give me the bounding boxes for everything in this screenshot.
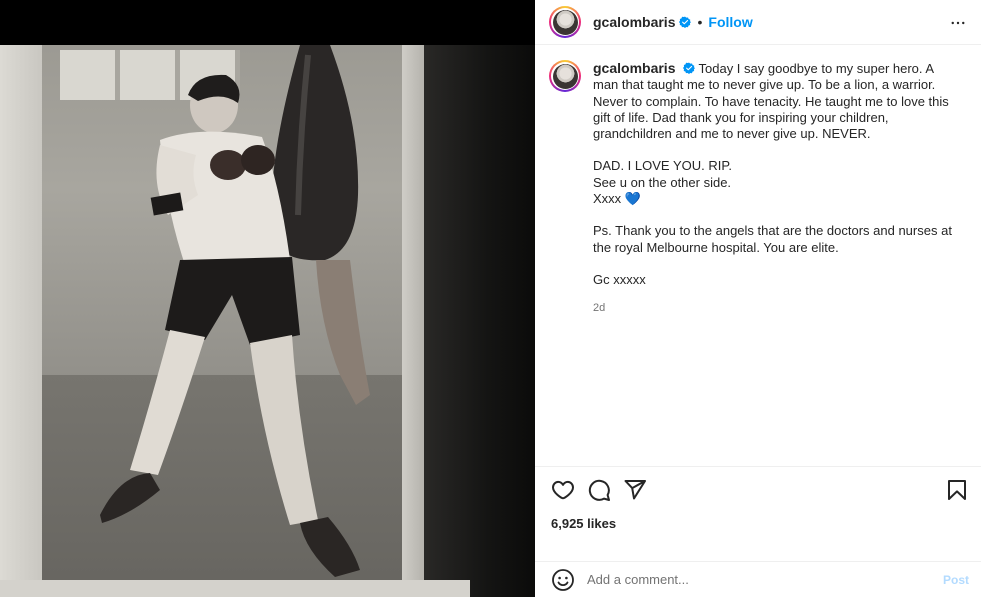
post-time[interactable]: 2d — [593, 300, 953, 316]
caption-paragraph-1: gcalombaris Today I say goodbye to my su… — [593, 60, 953, 142]
comment-form: Post — [535, 562, 981, 597]
heart-icon[interactable] — [551, 478, 575, 502]
comment-icon[interactable] — [587, 478, 611, 502]
bookmark-icon[interactable] — [945, 478, 969, 502]
post-comment-button[interactable]: Post — [943, 573, 969, 587]
caption-line: See u on the other side. — [593, 174, 732, 190]
post-actions — [551, 478, 971, 502]
follow-button[interactable]: Follow — [708, 14, 752, 30]
boxer-illustration — [100, 45, 370, 577]
caption-line: Ps. Thank you to the angels that are the… — [593, 223, 952, 255]
avatar-image — [552, 9, 578, 35]
emoji-icon[interactable] — [551, 568, 575, 592]
post-header: gcalombaris • Follow — [535, 0, 981, 45]
divider — [535, 466, 981, 467]
caption-line: Xxxx 💙 — [593, 191, 953, 207]
verified-badge-icon — [683, 62, 696, 74]
likes-count[interactable]: 6,925 likes — [551, 516, 616, 531]
caption-body: gcalombaris Today I say goodbye to my su… — [593, 60, 953, 466]
blue-heart-emoji: 💙 — [624, 191, 641, 207]
caption-avatar-image — [552, 63, 578, 89]
author-avatar[interactable] — [549, 6, 581, 38]
post-photo — [0, 45, 535, 597]
caption-line: DAD. I LOVE YOU. RIP. — [593, 158, 732, 174]
caption-signoff: Gc xxxxx — [593, 271, 646, 287]
paper-plane-icon[interactable] — [623, 478, 647, 502]
post-side-panel: gcalombaris • Follow gcalombaris Today I… — [535, 0, 981, 597]
author-username[interactable]: gcalombaris — [593, 14, 675, 30]
more-horizontal-icon[interactable] — [949, 14, 967, 32]
caption-kisses: Xxxx — [593, 191, 622, 207]
caption-area: gcalombaris Today I say goodbye to my su… — [535, 46, 981, 466]
verified-badge-icon — [679, 16, 692, 28]
header-separator: • — [697, 14, 703, 30]
comment-input[interactable] — [587, 572, 927, 587]
post-media[interactable] — [0, 0, 535, 597]
caption-avatar[interactable] — [549, 60, 581, 92]
caption-username[interactable]: gcalombaris — [593, 60, 675, 76]
